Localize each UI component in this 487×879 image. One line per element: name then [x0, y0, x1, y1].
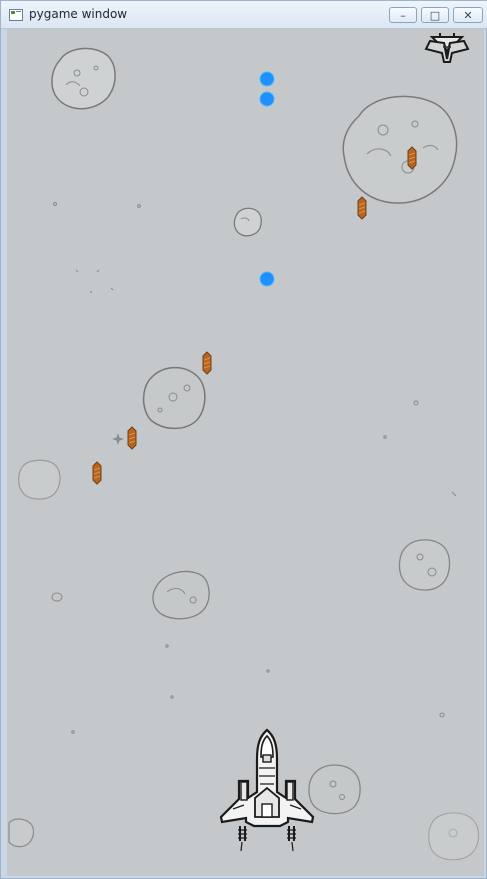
- game-window: pygame window – □ ✕: [0, 0, 487, 879]
- blue-orb: [259, 271, 275, 287]
- minimize-icon: –: [400, 8, 406, 22]
- orange-missile: [201, 351, 213, 375]
- asteroid-large: [48, 42, 120, 114]
- maximize-button[interactable]: □: [421, 7, 449, 23]
- debris-mark: [265, 668, 271, 674]
- debris-mark: [438, 711, 446, 719]
- asteroid-small: [231, 205, 265, 239]
- debris-mark: [52, 201, 58, 207]
- debris-mark: [164, 643, 170, 649]
- debris-mark: [451, 491, 457, 497]
- orange-missile: [91, 461, 103, 485]
- minimize-button[interactable]: –: [389, 7, 417, 23]
- asteroid-small: [7, 815, 35, 849]
- window-title: pygame window: [29, 7, 128, 21]
- debris-mark: [382, 434, 388, 440]
- asteroid-medium: [396, 535, 452, 593]
- debris-mark: [136, 203, 142, 209]
- debris-mark: [70, 729, 76, 735]
- blue-orb: [259, 71, 275, 87]
- orange-missile: [356, 196, 368, 220]
- player-ship: [216, 726, 318, 856]
- maximize-icon: □: [429, 8, 441, 22]
- debris-mark: [50, 591, 64, 603]
- sparkle-icon: [111, 432, 125, 446]
- debris-mark: [169, 694, 175, 700]
- close-icon: ✕: [463, 8, 473, 22]
- close-button[interactable]: ✕: [453, 7, 483, 23]
- asteroid-faint: [425, 807, 481, 863]
- game-canvas[interactable]: [7, 29, 484, 876]
- orange-missile: [406, 146, 418, 170]
- asteroid-large: [341, 90, 459, 206]
- enemy-ship: [422, 31, 472, 71]
- asteroid-medium: [305, 759, 363, 817]
- debris-mark: [412, 399, 420, 407]
- asteroid-faint: [15, 455, 63, 503]
- app-icon: [9, 9, 23, 21]
- orange-missile: [126, 426, 138, 450]
- title-bar[interactable]: pygame window – □ ✕: [1, 1, 487, 29]
- asteroid-medium: [149, 567, 213, 623]
- blue-orb: [259, 91, 275, 107]
- asteroid-medium: [137, 361, 209, 433]
- debris-cluster: [73, 267, 117, 297]
